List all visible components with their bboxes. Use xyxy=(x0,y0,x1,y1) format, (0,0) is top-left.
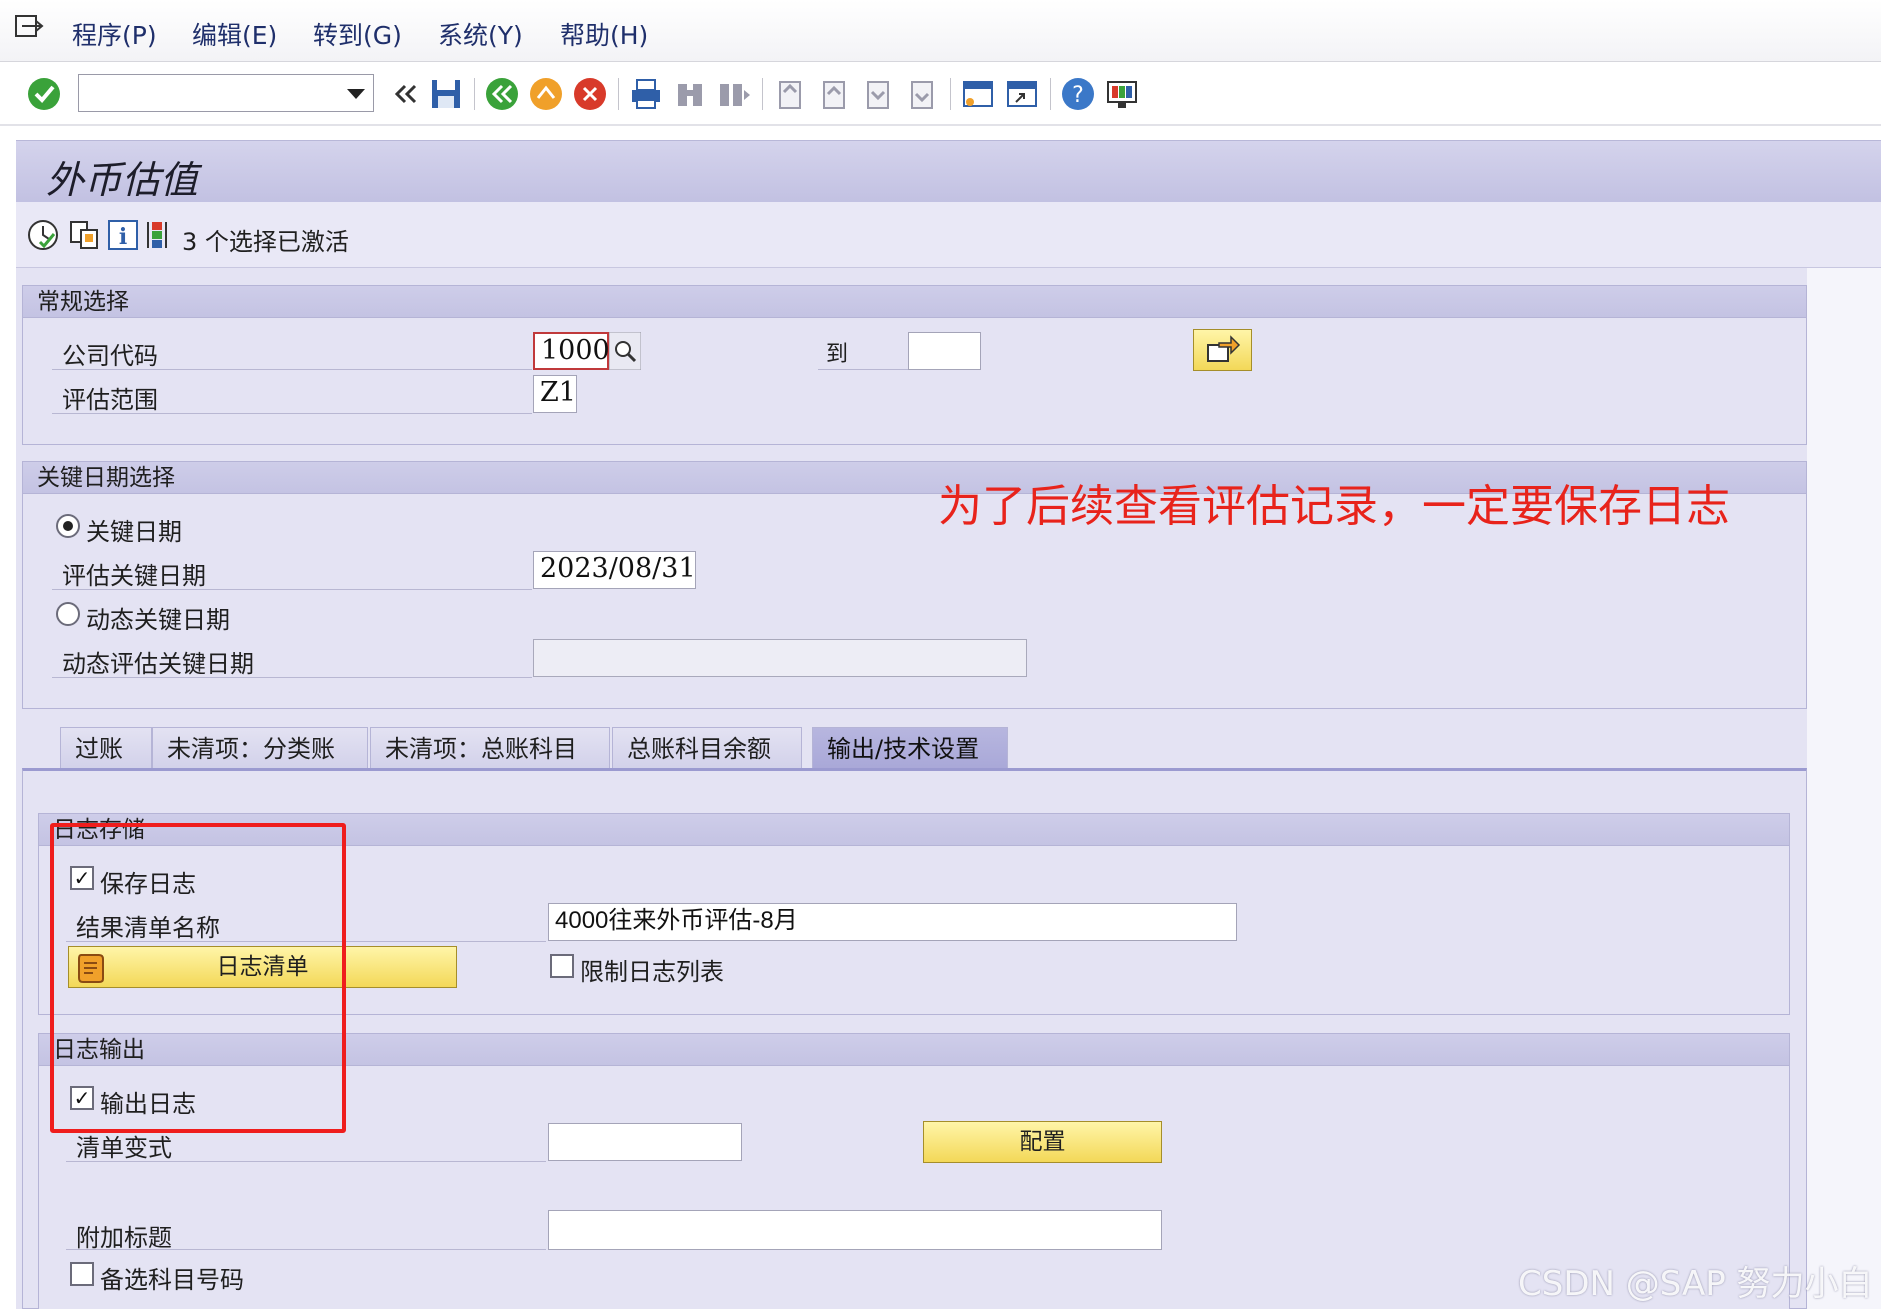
print-icon[interactable] xyxy=(628,76,664,112)
tab-output-technical-settings[interactable]: 输出/技术设置 xyxy=(812,727,1008,769)
key-date-radio-label: 关键日期 xyxy=(86,518,182,546)
find-next-icon[interactable] xyxy=(716,76,752,112)
company-code-label: 公司代码 xyxy=(62,342,158,370)
watermark: CSDN @SAP 努力小白 xyxy=(1518,1264,1873,1304)
multiple-selection-icon xyxy=(1206,335,1240,362)
dynamic-key-date-radio-label: 动态关键日期 xyxy=(86,606,230,634)
layout-icon[interactable] xyxy=(1104,76,1140,112)
execute-icon[interactable] xyxy=(26,218,60,252)
next-page-icon[interactable] xyxy=(860,76,896,112)
info-icon[interactable]: i xyxy=(106,218,140,252)
list-variant-input[interactable] xyxy=(548,1123,742,1161)
application-toolbar: i 3 个选择已激活 xyxy=(16,202,1881,268)
search-help-icon[interactable] xyxy=(609,332,641,370)
config-button[interactable]: 配置 xyxy=(923,1121,1162,1163)
system-menu-icon[interactable] xyxy=(14,14,44,40)
company-code-to-label: 到 xyxy=(826,342,849,367)
menu-goto[interactable]: 转到(G) xyxy=(313,16,402,52)
new-session-icon[interactable] xyxy=(960,76,996,112)
selection-options-icon[interactable] xyxy=(144,218,178,252)
menu-help[interactable]: 帮助(H) xyxy=(560,16,648,52)
dynamic-key-date-input xyxy=(533,639,1027,677)
last-page-icon[interactable] xyxy=(904,76,940,112)
key-date-radio[interactable] xyxy=(56,514,80,538)
svg-text:?: ? xyxy=(1072,83,1084,108)
valuation-key-date-input[interactable]: 2023/08/31 xyxy=(533,551,696,589)
menu-edit[interactable]: 编辑(E) xyxy=(192,16,277,52)
command-field[interactable] xyxy=(78,74,374,112)
menu-bar: 程序(P) 编辑(E) 转到(G) 系统(Y) 帮助(H) xyxy=(0,0,1881,62)
svg-text:i: i xyxy=(119,224,127,250)
restrict-log-list-label: 限制日志列表 xyxy=(580,958,724,986)
chevron-down-icon[interactable] xyxy=(347,89,365,99)
first-page-icon[interactable] xyxy=(772,76,808,112)
result-list-name-input[interactable]: 4000往来外币评估-8月 xyxy=(548,903,1237,941)
company-code-input[interactable]: 1000 xyxy=(533,332,610,370)
alt-account-label: 备选科目号码 xyxy=(100,1266,244,1294)
alt-account-checkbox[interactable] xyxy=(70,1262,94,1286)
red-highlight-box xyxy=(50,823,346,1133)
double-chevron-left-icon[interactable] xyxy=(388,76,424,112)
page-title: 外币估值 xyxy=(46,158,199,202)
dynamic-key-date-label: 动态评估关键日期 xyxy=(62,650,254,678)
valuation-area-input[interactable]: Z1 xyxy=(533,375,577,413)
cancel-icon[interactable] xyxy=(572,76,608,112)
menu-program[interactable]: 程序(P) xyxy=(72,16,157,52)
prev-page-icon[interactable] xyxy=(816,76,852,112)
standard-toolbar: ? xyxy=(0,62,1881,126)
save-icon[interactable] xyxy=(428,76,464,112)
additional-title-label: 附加标题 xyxy=(76,1224,172,1252)
enter-icon[interactable] xyxy=(26,76,62,112)
company-code-to-input[interactable] xyxy=(908,332,981,370)
valuation-key-date-label: 评估关键日期 xyxy=(62,562,206,590)
valuation-area-label: 评估范围 xyxy=(62,386,158,414)
find-icon[interactable] xyxy=(672,76,708,112)
get-variant-icon[interactable] xyxy=(68,218,102,252)
general-selection-header: 常规选择 xyxy=(23,286,1806,318)
restrict-log-list-checkbox[interactable] xyxy=(550,954,574,978)
selections-active-text: 3 个选择已激活 xyxy=(182,228,349,256)
tab-posting[interactable]: 过账 xyxy=(60,727,152,769)
multiple-selection-button[interactable] xyxy=(1193,329,1252,371)
tab-open-items-gl-account[interactable]: 未清项：总账科目 xyxy=(370,727,610,769)
title-bar: 外币估值 xyxy=(16,140,1881,202)
back-green-icon[interactable] xyxy=(484,76,520,112)
tab-gl-account-balances[interactable]: 总账科目余额 xyxy=(612,727,802,769)
menu-system[interactable]: 系统(Y) xyxy=(438,16,523,52)
tab-open-items-ledger[interactable]: 未清项：分类账 xyxy=(152,727,368,769)
red-annotation-text: 为了后续查看评估记录，一定要保存日志 xyxy=(938,481,1730,532)
scroll-area-edge xyxy=(1807,268,1881,1309)
list-variant-label: 清单变式 xyxy=(76,1134,172,1162)
exit-icon[interactable] xyxy=(528,76,564,112)
additional-title-input[interactable] xyxy=(548,1210,1162,1250)
shortcut-icon[interactable] xyxy=(1004,76,1040,112)
dynamic-key-date-radio[interactable] xyxy=(56,602,80,626)
help-icon[interactable]: ? xyxy=(1060,76,1096,112)
